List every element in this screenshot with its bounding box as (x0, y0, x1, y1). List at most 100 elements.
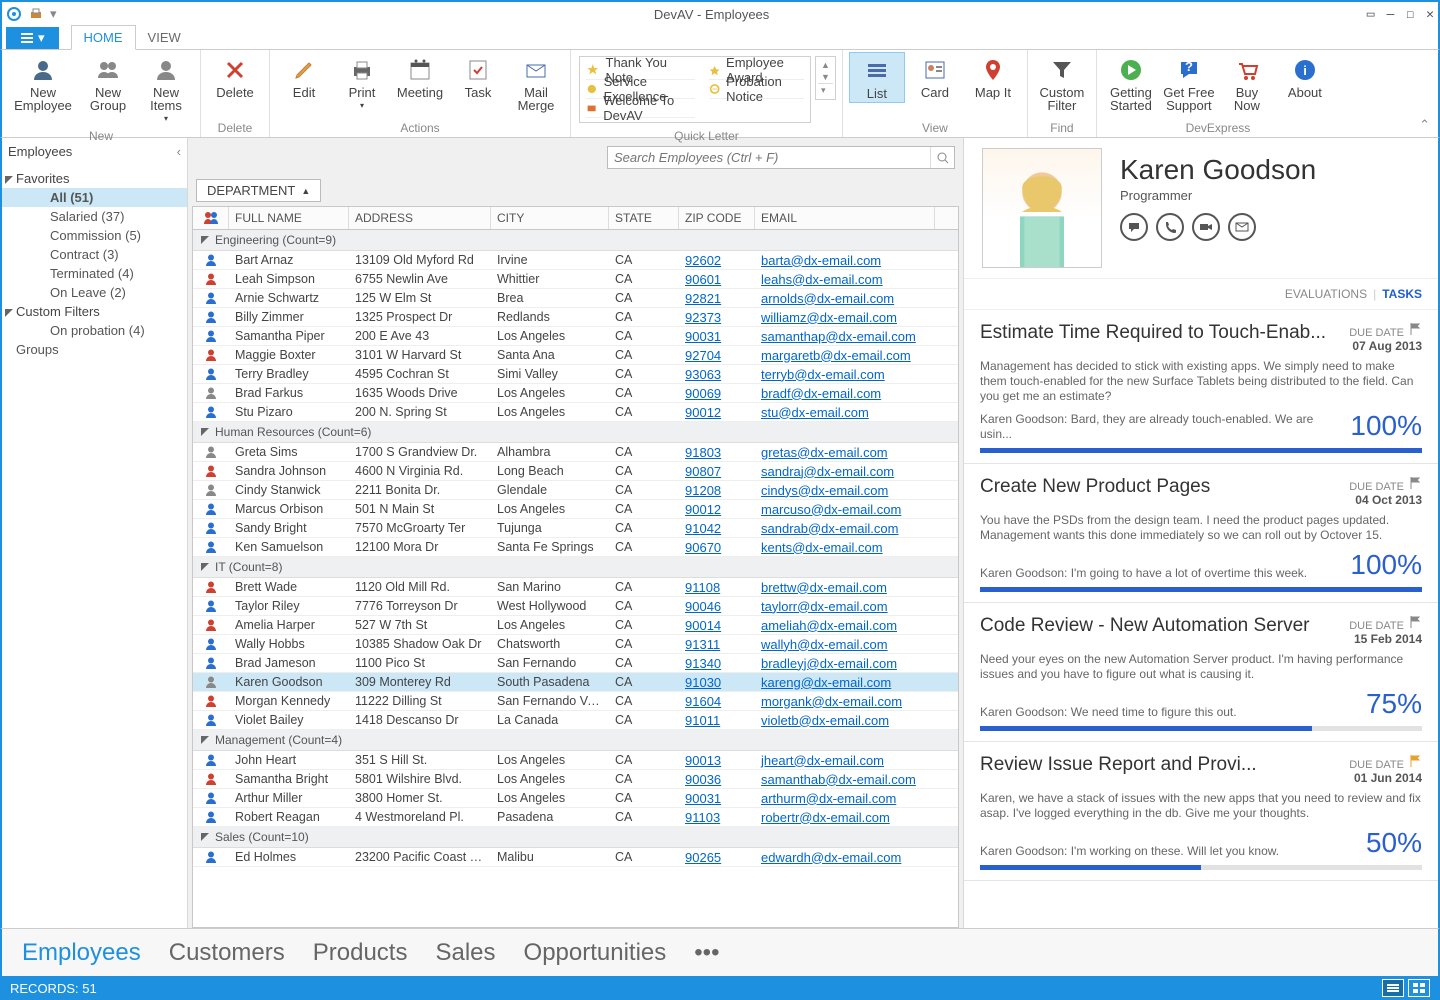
gallery-expand-icon[interactable]: ▾ (818, 83, 833, 97)
table-row[interactable]: Marcus Orbison 501 N Main St Los Angeles… (193, 500, 958, 519)
table-row[interactable]: Arthur Miller 3800 Homer St. Los Angeles… (193, 789, 958, 808)
tree-probation[interactable]: On probation (4) (2, 321, 187, 340)
table-row[interactable]: Billy Zimmer 1325 Prospect Dr Redlands C… (193, 308, 958, 327)
table-row[interactable]: Leah Simpson 6755 Newlin Ave Whittier CA… (193, 270, 958, 289)
table-row[interactable]: Cindy Stanwick 2211 Bonita Dr. Glendale … (193, 481, 958, 500)
new-group-button[interactable]: New Group (80, 52, 136, 114)
print-icon[interactable] (28, 6, 44, 22)
quick-letter-gallery[interactable]: Thank You Note Service Excellence Welcom… (579, 56, 811, 123)
tab-home[interactable]: HOME (71, 25, 136, 50)
tab-view[interactable]: VIEW (136, 26, 193, 49)
group-row[interactable]: Human Resources (Count=6) (193, 422, 958, 443)
print-button[interactable]: Print▾ (334, 52, 390, 114)
tree-commission[interactable]: Commission (5) (2, 226, 187, 245)
table-row[interactable]: Wally Hobbs 10385 Shadow Oak Dr Chatswor… (193, 635, 958, 654)
tree-onleave[interactable]: On Leave (2) (2, 283, 187, 302)
task-card[interactable]: Code Review - New Automation Server DUE … (964, 603, 1438, 742)
status-view-list-icon[interactable] (1382, 979, 1404, 997)
table-row[interactable]: Samantha Piper 200 E Ave 43 Los Angeles … (193, 327, 958, 346)
table-row[interactable]: Amelia Harper 527 W 7th St Los Angeles C… (193, 616, 958, 635)
table-row[interactable]: Bart Arnaz 13109 Old Myford Rd Irvine CA… (193, 251, 958, 270)
group-by-tag[interactable]: DEPARTMENT▲ (196, 179, 321, 202)
nav-employees[interactable]: Employees (22, 939, 141, 967)
tree-terminated[interactable]: Terminated (4) (2, 264, 187, 283)
get-free-support-button[interactable]: ?Get Free Support (1161, 52, 1217, 114)
chat-icon[interactable] (1120, 213, 1148, 241)
delete-button[interactable]: Delete (207, 52, 263, 101)
task-card[interactable]: Estimate Time Required to Touch-Enab... … (964, 310, 1438, 464)
table-row[interactable]: Arnie Schwartz 125 W Elm St Brea CA 9282… (193, 289, 958, 308)
col-email[interactable]: EMAIL (755, 207, 935, 229)
table-row[interactable]: Taylor Riley 7776 Torreyson Dr West Holl… (193, 597, 958, 616)
mail-merge-button[interactable]: Mail Merge (508, 52, 564, 114)
task-button[interactable]: Task (450, 52, 506, 101)
nav-customers[interactable]: Customers (169, 939, 285, 967)
table-row[interactable]: Maggie Boxter 3101 W Harvard St Santa An… (193, 346, 958, 365)
table-row[interactable]: Stu Pizaro 200 N. Spring St Los Angeles … (193, 403, 958, 422)
maximize-icon[interactable]: ☐ (1406, 7, 1414, 22)
new-employee-button[interactable]: New Employee (8, 52, 78, 114)
table-row[interactable]: Morgan Kennedy 11222 Dilling St San Fern… (193, 692, 958, 711)
getting-started-button[interactable]: Getting Started (1103, 52, 1159, 114)
table-row[interactable]: Sandy Bright 7570 McGroarty Ter Tujunga … (193, 519, 958, 538)
gallery-up-icon[interactable]: ▲ (818, 59, 833, 71)
nav-opportunities[interactable]: Opportunities (524, 939, 667, 967)
group-row[interactable]: Engineering (Count=9) (193, 230, 958, 251)
table-row[interactable]: Sandra Johnson 4600 N Virginia Rd. Long … (193, 462, 958, 481)
tab-tasks[interactable]: TASKS (1382, 287, 1422, 301)
about-button[interactable]: iAbout (1277, 52, 1333, 101)
minimize-icon[interactable]: — (1387, 7, 1395, 22)
col-fullname[interactable]: FULL NAME (229, 207, 349, 229)
group-row[interactable]: IT (Count=8) (193, 557, 958, 578)
group-row[interactable]: Sales (Count=10) (193, 827, 958, 848)
map-it-button[interactable]: Map It (965, 52, 1021, 101)
custom-filter-button[interactable]: Custom Filter (1034, 52, 1090, 114)
table-row[interactable]: Ken Samuelson 12100 Mora Dr Santa Fe Spr… (193, 538, 958, 557)
mail-icon[interactable] (1228, 213, 1256, 241)
close-icon[interactable]: ✕ (1426, 7, 1434, 22)
col-city[interactable]: CITY (491, 207, 609, 229)
tree-groups[interactable]: Groups (2, 340, 187, 359)
ribbon-collapse-icon[interactable]: ⌃ (1419, 117, 1430, 133)
view-list-button[interactable]: List (849, 52, 905, 103)
table-row[interactable]: Violet Bailey 1418 Descanso Dr La Canada… (193, 711, 958, 730)
table-row[interactable]: Ed Holmes 23200 Pacific Coast Hwy Malibu… (193, 848, 958, 867)
task-card[interactable]: Review Issue Report and Provi... DUE DAT… (964, 742, 1438, 881)
nav-products[interactable]: Products (313, 939, 408, 967)
buy-now-button[interactable]: Buy Now (1219, 52, 1275, 114)
sidebar-collapse-icon[interactable]: ‹ (177, 144, 181, 159)
new-items-button[interactable]: New Items▾ (138, 52, 194, 127)
col-address[interactable]: ADDRESS (349, 207, 491, 229)
gallery-down-icon[interactable]: ▼ (818, 71, 833, 83)
tab-evaluations[interactable]: EVALUATIONS (1285, 287, 1367, 301)
table-row[interactable]: Karen Goodson 309 Monterey Rd South Pasa… (193, 673, 958, 692)
tree-all[interactable]: All (51) (2, 188, 187, 207)
col-zip[interactable]: ZIP CODE (679, 207, 755, 229)
phone-icon[interactable] (1156, 213, 1184, 241)
table-row[interactable]: Samantha Bright 5801 Wilshire Blvd. Los … (193, 770, 958, 789)
status-view-card-icon[interactable] (1408, 979, 1430, 997)
tree-contract[interactable]: Contract (3) (2, 245, 187, 264)
table-row[interactable]: Terry Bradley 4595 Cochran St Simi Valle… (193, 365, 958, 384)
view-mode-button[interactable]: ▾ (6, 27, 59, 49)
tree-favorites[interactable]: Favorites (2, 169, 187, 188)
video-icon[interactable] (1192, 213, 1220, 241)
table-row[interactable]: Robert Reagan 4 Westmoreland Pl. Pasaden… (193, 808, 958, 827)
tree-salaried[interactable]: Salaried (37) (2, 207, 187, 226)
col-icon[interactable] (193, 207, 229, 229)
view-card-button[interactable]: Card (907, 52, 963, 101)
nav-more-icon[interactable]: ••• (694, 939, 719, 967)
search-icon[interactable] (930, 147, 954, 168)
table-row[interactable]: Brett Wade 1120 Old Mill Rd. San Marino … (193, 578, 958, 597)
task-card[interactable]: Create New Product Pages DUE DATE04 Oct … (964, 464, 1438, 603)
search-box[interactable] (607, 146, 955, 169)
table-row[interactable]: Brad Farkus 1635 Woods Drive Los Angeles… (193, 384, 958, 403)
edit-button[interactable]: Edit (276, 52, 332, 101)
search-input[interactable] (608, 147, 930, 168)
meeting-button[interactable]: Meeting (392, 52, 448, 101)
tree-custom-filters[interactable]: Custom Filters (2, 302, 187, 321)
table-row[interactable]: John Heart 351 S Hill St. Los Angeles CA… (193, 751, 958, 770)
table-row[interactable]: Brad Jameson 1100 Pico St San Fernando C… (193, 654, 958, 673)
group-row[interactable]: Management (Count=4) (193, 730, 958, 751)
col-state[interactable]: STATE (609, 207, 679, 229)
